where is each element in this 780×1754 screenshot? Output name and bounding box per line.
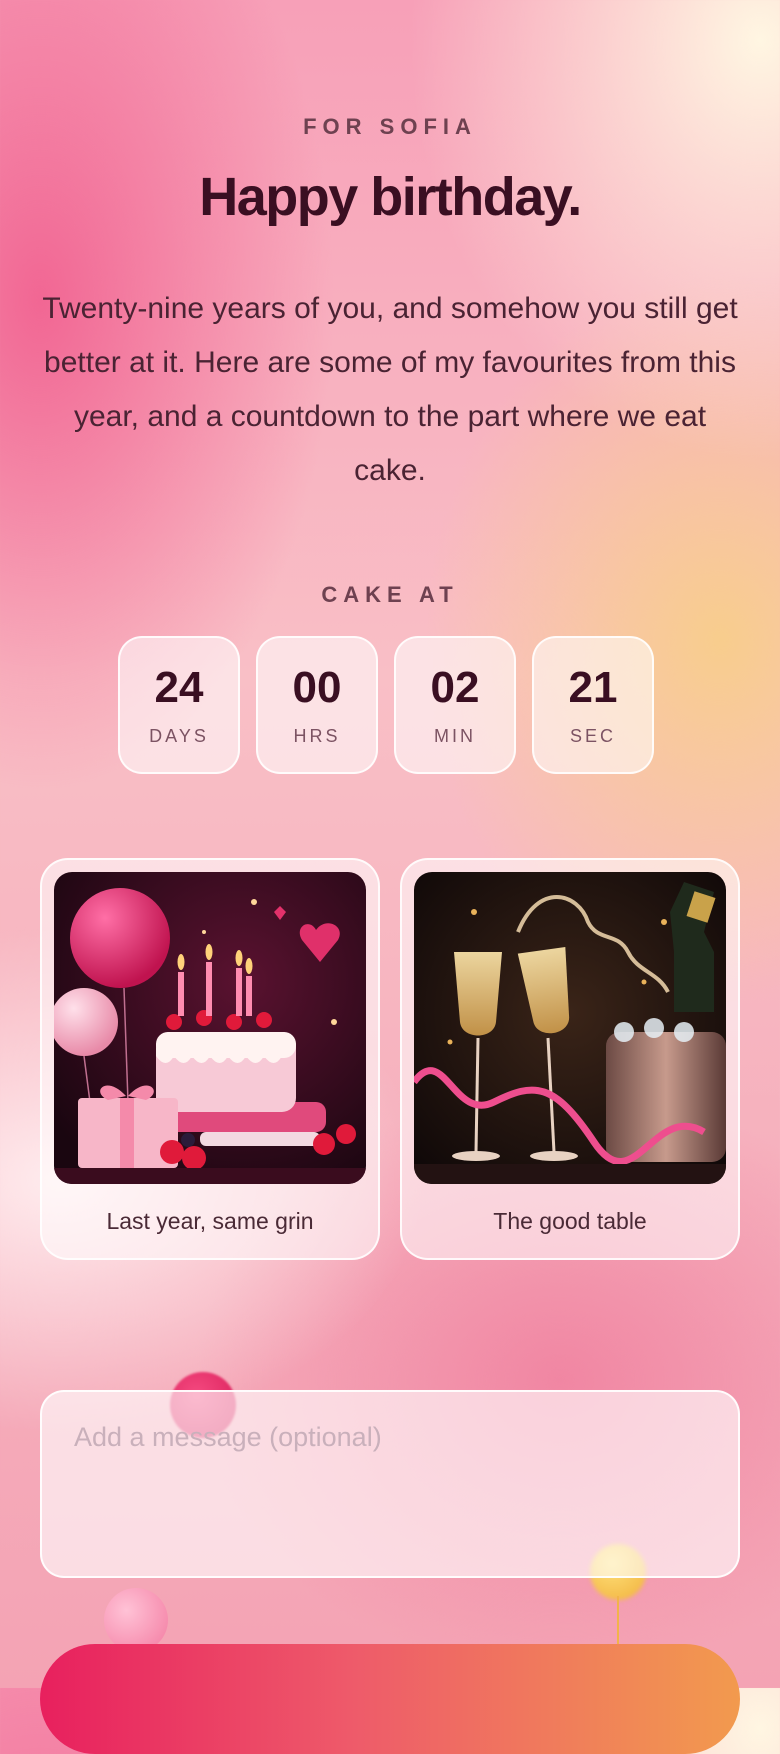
countdown-minutes-unit: MIN <box>434 726 476 746</box>
photo-caption: Last year, same grin <box>106 1208 314 1234</box>
photo-card-cake[interactable]: Last year, same grin <box>40 858 380 1260</box>
intro-text: Twenty-nine years of you, and somehow yo… <box>42 292 738 487</box>
balloon-string <box>617 1596 619 1644</box>
photo-caption: The good table <box>493 1208 647 1234</box>
recipient-eyebrow: FOR SOFIA <box>303 114 477 139</box>
countdown-hours: 00 HRS <box>256 636 378 774</box>
photo-gallery: Last year, same grin The good table <box>40 858 740 1260</box>
countdown-hours-value: 00 <box>292 663 342 712</box>
countdown-minutes: 02 MIN <box>394 636 516 774</box>
balloon-decoration <box>104 1588 168 1652</box>
countdown-minutes-value: 02 <box>430 663 480 712</box>
countdown-hours-unit: HRS <box>293 726 341 746</box>
countdown-days-unit: DAYS <box>149 726 209 746</box>
page-title: Happy birthday. <box>199 167 582 227</box>
countdown-seconds: 21 SEC <box>532 636 654 774</box>
send-button[interactable] <box>40 1644 740 1754</box>
photo-card-champagne[interactable]: The good table <box>400 858 740 1260</box>
countdown-label: CAKE AT <box>321 582 459 607</box>
countdown-timer: 24 DAYS 00 HRS 02 MIN 21 SEC <box>118 636 654 774</box>
countdown-days-value: 24 <box>154 663 204 712</box>
birthday-cake-photo <box>54 872 366 1184</box>
countdown-seconds-unit: SEC <box>569 726 616 746</box>
countdown-days: 24 DAYS <box>118 636 240 774</box>
message-input[interactable] <box>40 1390 740 1578</box>
countdown-seconds-value: 21 <box>568 663 618 712</box>
champagne-toast-photo <box>414 872 726 1184</box>
